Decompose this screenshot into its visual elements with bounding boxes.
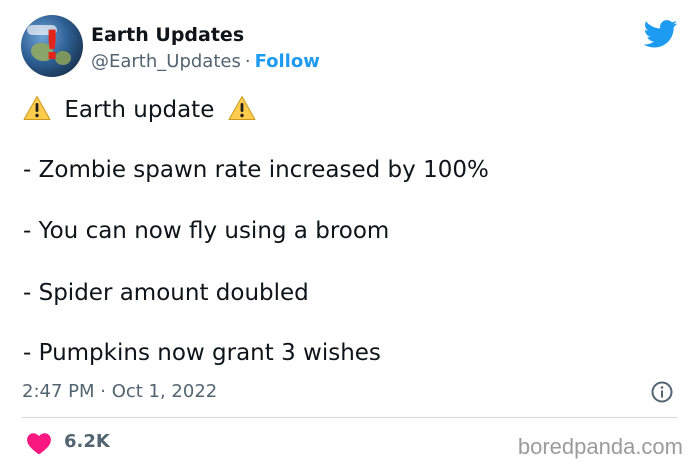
- exclamation-mark-icon: !: [43, 23, 62, 69]
- avatar[interactable]: !: [21, 15, 83, 77]
- tweet-line: - Pumpkins now grant 3 wishes: [23, 340, 381, 366]
- warning-sign-icon: [228, 96, 256, 120]
- separator-dot: ·: [244, 51, 251, 72]
- tweet-line: - Spider amount doubled: [23, 280, 309, 306]
- warning-sign-icon: [23, 96, 51, 120]
- divider: [22, 417, 678, 418]
- twitter-bird-icon[interactable]: [644, 20, 678, 48]
- handle-row: @Earth_Updates · Follow: [91, 51, 320, 72]
- heart-icon[interactable]: [26, 431, 52, 455]
- author-handle[interactable]: @Earth_Updates: [91, 51, 241, 72]
- tweet-line: - You can now fly using a broom: [23, 218, 390, 244]
- watermark: boredpanda.com: [517, 434, 683, 459]
- tweet-timestamp[interactable]: 2:47 PM · Oct 1, 2022: [22, 381, 217, 402]
- follow-button[interactable]: Follow: [255, 51, 320, 72]
- tweet-title-line: Earth update: [23, 95, 256, 123]
- tweet-line: - Zombie spawn rate increased by 100%: [23, 157, 489, 183]
- author-name[interactable]: Earth Updates: [91, 24, 244, 46]
- info-icon[interactable]: [651, 381, 673, 403]
- like-count[interactable]: 6.2K: [64, 431, 110, 452]
- tweet-title-text: Earth update: [64, 97, 215, 123]
